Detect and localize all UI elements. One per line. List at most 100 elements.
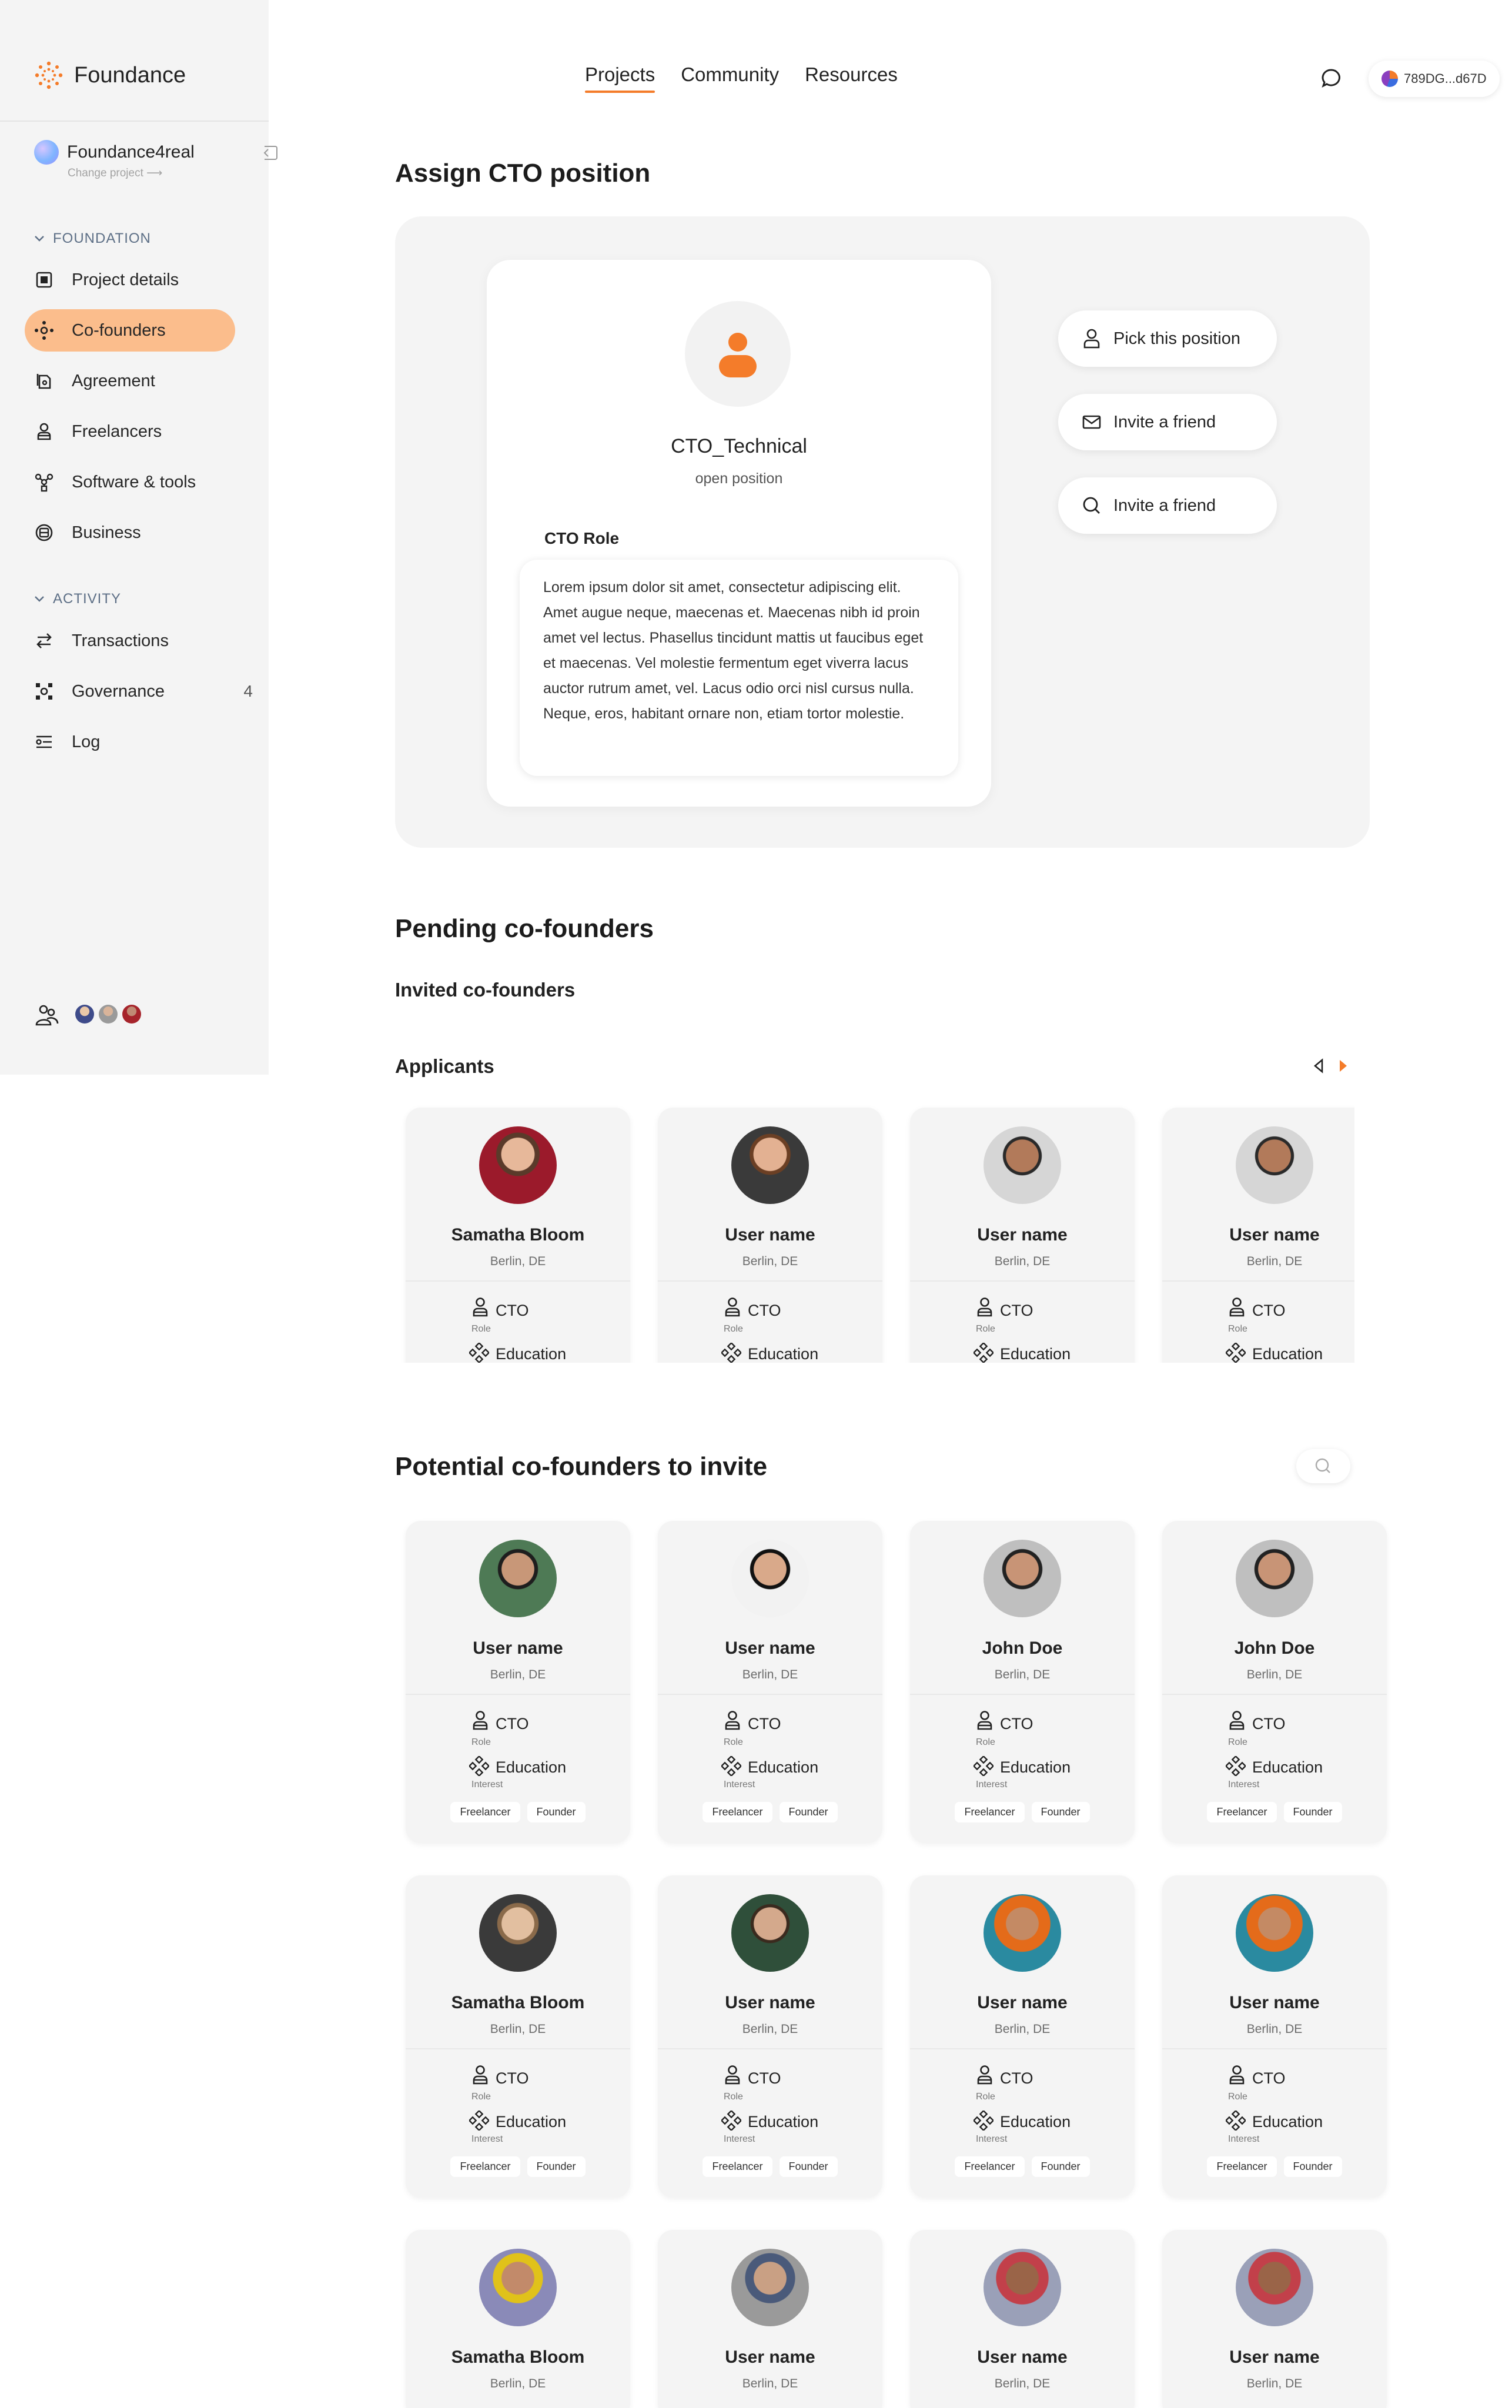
cofounder-card[interactable]: User name Berlin, DE CTO Role Education Inter… (658, 1875, 882, 2198)
cofounder-card[interactable]: User name Berlin, DE (1162, 2230, 1387, 2408)
tag-freelancer: Freelancer (703, 2156, 772, 2177)
wallet-button[interactable]: 789DG...d67D (1369, 61, 1500, 97)
cofounder-card[interactable]: User name Berlin, DE (910, 2230, 1135, 2408)
cofounder-card[interactable]: User name Berlin, DE CTO Role Education Inter… (658, 1521, 882, 1843)
sidebar-item-project-details[interactable]: Project details (25, 259, 235, 301)
role-icon (976, 1297, 993, 1317)
cofounder-card[interactable]: User name Berlin, DE (658, 2230, 882, 2408)
role-icon (976, 2065, 993, 2085)
sidebar-item-cofounders[interactable]: Co-founders (25, 309, 235, 352)
card-tags: Freelancer Founder (406, 2156, 630, 2177)
interest-icon (720, 1755, 742, 1777)
invited-heading: Invited co-founders (395, 979, 576, 1001)
team-avatars[interactable] (75, 1004, 146, 1026)
collapse-sidebar-icon[interactable] (257, 144, 279, 162)
software-icon (35, 473, 53, 492)
agreement-icon (36, 374, 51, 389)
pick-position-button[interactable]: Pick this position (1058, 310, 1277, 367)
cofounder-card[interactable]: User name Berlin, DE CTO Role Education Inter… (406, 1521, 630, 1843)
role-label: CTO Role (544, 529, 620, 547)
brand-logo[interactable]: Foundance (34, 61, 186, 90)
person-location: Berlin, DE (994, 2377, 1051, 2390)
potential-search-button[interactable] (1296, 1449, 1350, 1483)
cofounders-icon (35, 321, 53, 340)
card-divider (1162, 1694, 1387, 1695)
card-tags: Freelancer Founder (658, 2156, 882, 2177)
role-caption: Role (471, 2092, 491, 2102)
cofounder-card[interactable]: User name Berlin, DE CTO Role Education Inter… (910, 1875, 1135, 2198)
card-divider (406, 1694, 630, 1695)
cofounder-card[interactable]: User name Berlin, DE CTO Role Education (910, 1108, 1135, 1363)
person-location: Berlin, DE (490, 2022, 546, 2036)
sidebar-item-log[interactable]: Log (25, 721, 235, 763)
sidebar-item-freelancers[interactable]: Freelancers (25, 410, 235, 453)
invite-friend-email-button[interactable]: Invite a friend (1058, 394, 1277, 450)
card-divider (1162, 1280, 1354, 1282)
prev-arrow-icon[interactable] (1312, 1058, 1325, 1073)
person-location: Berlin, DE (742, 2377, 798, 2390)
person-name: User name (977, 2347, 1068, 2367)
tag-founder: Founder (1283, 1802, 1342, 1822)
invite-friend-label: Invite a friend (1113, 496, 1216, 515)
sidebar-team (34, 1002, 146, 1028)
person-name: User name (977, 1993, 1068, 2012)
sidebar-item-label: Co-founders (72, 320, 166, 340)
chevron-down-icon (35, 596, 44, 602)
section-foundation[interactable]: FOUNDATION (34, 230, 151, 247)
tab-community[interactable]: Community (681, 63, 779, 93)
sidebar-item-label: Software & tools (72, 472, 196, 491)
cofounder-card[interactable]: User name Berlin, DE CTO Role Education (658, 1108, 882, 1363)
person-name: User name (1229, 2347, 1320, 2367)
tag-founder: Founder (779, 1802, 838, 1822)
cofounder-card[interactable]: John Doe Berlin, DE CTO Role Education Intere… (1162, 1521, 1387, 1843)
sidebar-item-software-tools[interactable]: Software & tools (25, 461, 235, 503)
project-switcher[interactable]: Foundance4real (34, 140, 195, 165)
person-name: Samatha Bloom (451, 1993, 585, 2012)
cofounder-card[interactable]: Samatha Bloom Berlin, DE CTO Role Education I… (406, 1875, 630, 2198)
person-name: John Doe (1234, 1638, 1315, 1658)
cofounder-card[interactable]: John Doe Berlin, DE CTO Role Education Intere… (910, 1521, 1135, 1843)
avatar (731, 1540, 809, 1617)
card-divider (658, 1694, 882, 1695)
team-icon[interactable] (34, 1002, 60, 1028)
card-divider (910, 1280, 1135, 1282)
card-divider (406, 2048, 630, 2049)
next-arrow-icon[interactable] (1337, 1058, 1350, 1073)
person-name: User name (1229, 1225, 1320, 1245)
interest-caption: Interest (724, 1780, 755, 1790)
cofounder-card[interactable]: User name Berlin, DE CTO Role Education (1162, 1108, 1354, 1363)
tag-freelancer: Freelancer (703, 1802, 772, 1822)
person-role: CTO (748, 1302, 781, 1319)
person-location: Berlin, DE (994, 2022, 1051, 2036)
sidebar-item-transactions[interactable]: Transactions (25, 620, 235, 662)
person-interest: Education (1252, 1758, 1323, 1776)
section-activity[interactable]: ACTIVITY (34, 591, 121, 607)
cofounder-card[interactable]: User name Berlin, DE CTO Role Education Inter… (1162, 1875, 1387, 2198)
role-icon (1228, 2065, 1246, 2085)
cofounder-card[interactable]: Samatha Bloom Berlin, DE (406, 2230, 630, 2408)
card-divider (910, 2048, 1135, 2049)
sidebar-item-business[interactable]: Business (25, 511, 235, 554)
team-avatar (75, 1004, 94, 1024)
interest-caption: Interest (724, 2134, 755, 2144)
sidebar-item-governance[interactable]: Governance 4 (25, 670, 253, 713)
person-interest: Education (748, 1758, 819, 1776)
person-role: CTO (1252, 1715, 1286, 1733)
avatar (984, 2249, 1061, 2326)
person-role: CTO (1000, 1302, 1033, 1319)
change-project-link[interactable]: Change project ⟶ (68, 166, 162, 180)
mail-icon (1082, 415, 1101, 429)
chat-icon[interactable] (1320, 68, 1342, 90)
tag-founder: Founder (1283, 2156, 1342, 2177)
invite-friend-search-button[interactable]: Invite a friend (1058, 477, 1277, 534)
card-divider (406, 1280, 630, 1282)
cofounder-card[interactable]: Samatha Bloom Berlin, DE CTO Role Education (406, 1108, 630, 1363)
avatar (479, 1894, 557, 1972)
tab-resources[interactable]: Resources (805, 63, 898, 93)
sidebar-item-agreement[interactable]: Agreement (25, 360, 235, 402)
card-divider (1162, 2048, 1387, 2049)
log-icon (36, 735, 52, 748)
card-tags: Freelancer Founder (658, 1802, 882, 1822)
project-details-icon (36, 272, 52, 288)
tab-projects[interactable]: Projects (585, 63, 655, 93)
